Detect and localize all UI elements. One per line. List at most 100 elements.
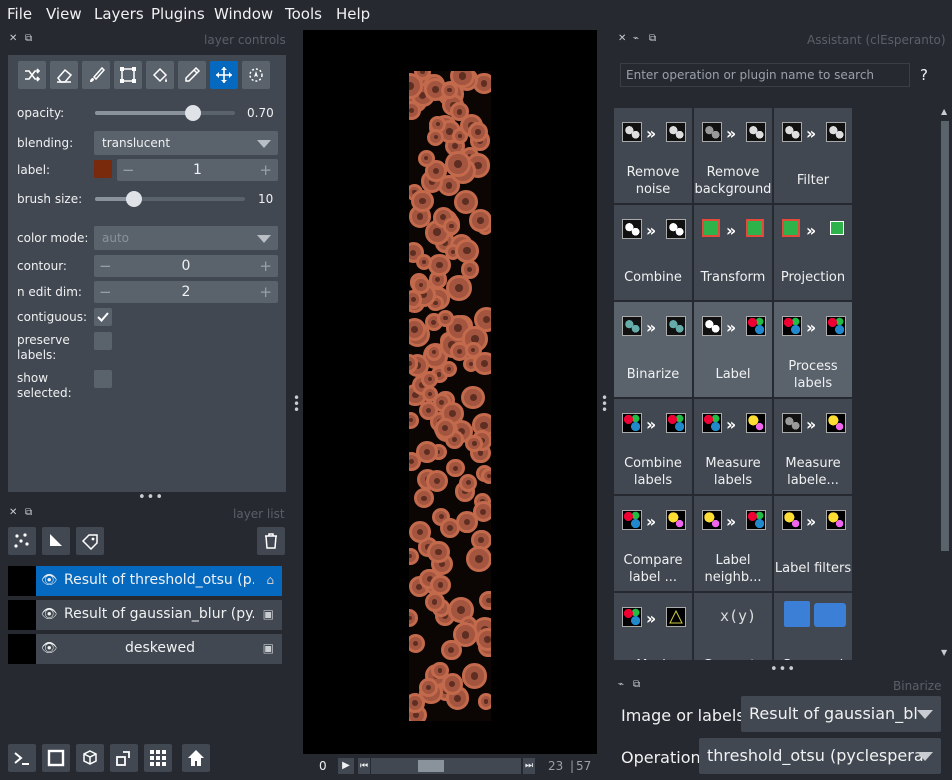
contiguous-checkbox[interactable] [94,308,112,326]
new-points-button[interactable] [8,527,36,555]
console-button[interactable] [8,744,36,772]
float-dock-icon[interactable]: ⧉ [25,33,32,44]
pick-button[interactable] [178,61,206,89]
step-back-icon[interactable]: ⏮ [358,758,370,774]
roll-dims-button[interactable] [76,744,104,772]
layer-row[interactable]: 👁 Result of threshold_otsu (p... ⌂ [8,566,282,596]
polygon-button[interactable] [114,61,142,89]
cell-blob [453,622,479,648]
eye-icon[interactable]: 👁 [41,607,58,622]
layer-row[interactable]: 👁 deskewed ▣ [8,634,282,664]
assistant-tile-label-filters[interactable]: ›› Label filters [774,496,852,591]
play-icon[interactable]: ▶ [338,758,354,774]
menu-view[interactable]: View [46,5,82,23]
brush-size-slider-handle[interactable] [126,191,142,207]
fill-button[interactable] [146,61,174,89]
contour-spinbox[interactable]: − 0 + [94,255,278,277]
float-dock-icon[interactable]: ⧉ [633,679,640,690]
opacity-slider-handle[interactable] [185,105,201,121]
assistant-scrollbar[interactable]: ▲ ▼ [940,107,950,660]
menu-layers[interactable]: Layers [94,5,144,23]
label-spinbox[interactable]: − 1 + [117,159,278,181]
scroll-up-icon[interactable]: ▲ [941,107,947,116]
shuffle-colors-button[interactable] [18,61,46,89]
color-mode-dropdown[interactable]: auto [94,226,278,250]
transform-button[interactable] [242,61,270,89]
assistant-tile-remove-noise[interactable]: ›› Remove noise [614,108,692,203]
cell-blob [446,275,472,301]
assistant-tile-measure-labels[interactable]: ›› Measure labels [694,399,772,494]
assistant-tile-label[interactable]: ›› Label [694,302,772,397]
transpose-button[interactable] [110,744,138,772]
preserve-labels-checkbox[interactable] [94,332,112,350]
tile-label-line1: Binarize [626,367,680,382]
assistant-tile-compare-label[interactable]: ›› Compare label ... [614,496,692,591]
tile-label-line1: Label filters [774,561,852,576]
assistant-tile-save-and[interactable]: Save and [774,593,852,660]
scrollbar-thumb[interactable] [941,121,949,551]
assistant-tile-mask[interactable]: ›› Mask [614,593,692,660]
assistant-tile-combine-labels[interactable]: ›› Combine labels [614,399,692,494]
left-splitter-handle[interactable]: • • • [293,392,300,416]
opacity-slider[interactable] [95,105,235,121]
operation-dropdown[interactable]: threshold_otsu (pyclespera [699,738,941,774]
operation-search-input[interactable]: Enter operation or plugin name to search [620,63,910,87]
tile-label-line2: noise [635,182,671,197]
hide-dock-icon[interactable]: ⌁ [633,33,639,44]
preserve-labels-line1: preserve [17,333,70,347]
erase-button[interactable] [50,61,78,89]
menu-plugins[interactable]: Plugins [151,5,205,23]
brush-size-slider[interactable] [95,191,245,207]
frame-slider[interactable] [371,758,521,774]
assistant-tile-generate[interactable]: x(y) Generate [694,593,772,660]
increment-icon[interactable]: + [259,281,272,303]
assistant-tile-binarize[interactable]: ›› Binarize [614,302,692,397]
search-placeholder: Enter operation or plugin name to search [626,68,875,82]
float-dock-icon[interactable]: ⧉ [649,33,656,44]
edit-dim-spinbox[interactable]: − 2 + [94,281,278,303]
menu-help[interactable]: Help [336,5,370,23]
close-dock-icon[interactable]: ✕ [9,33,17,44]
step-forward-icon[interactable]: ⏭ [523,758,535,774]
image-or-labels-dropdown[interactable]: Result of gaussian_bl [741,696,941,732]
increment-icon[interactable]: + [259,255,272,277]
layer-row[interactable]: 👁 Result of gaussian_blur (py... ▣ [8,600,282,630]
home-button[interactable] [182,744,210,772]
assistant-tile-remove-background[interactable]: ›› Remove background [694,108,772,203]
label-color-swatch[interactable] [94,160,112,178]
new-labels-button[interactable] [76,527,104,555]
ndisplay-button[interactable] [42,744,70,772]
show-selected-checkbox[interactable] [94,370,112,388]
menu-window[interactable]: Window [214,5,273,23]
menu-file[interactable]: File [7,5,32,23]
blending-dropdown[interactable]: translucent [94,131,278,155]
assistant-tile-filter[interactable]: ›› Filter [774,108,852,203]
pan-zoom-button[interactable] [210,61,238,89]
assistant-tile-process-labels[interactable]: ›› Process labels [774,302,852,397]
increment-icon[interactable]: + [259,159,272,181]
eye-icon[interactable]: 👁 [41,573,58,588]
right-splitter-handle[interactable]: • • • [601,392,608,416]
scroll-down-icon[interactable]: ▼ [941,648,947,657]
current-frame: 23 [548,759,564,773]
hide-dock-icon[interactable]: ⌁ [618,679,624,690]
assistant-splitter-handle[interactable]: ••• [770,662,796,677]
delete-layer-button[interactable] [257,527,285,555]
assistant-tile-combine[interactable]: ›› Combine [614,205,692,300]
close-dock-icon[interactable]: ✕ [9,507,17,518]
new-shapes-button[interactable] [42,527,70,555]
assistant-tile-transform[interactable]: ›› Transform [694,205,772,300]
vertical-splitter-handle[interactable]: ••• [138,490,164,505]
eye-icon[interactable]: 👁 [41,641,58,656]
assistant-tile-label-neighb[interactable]: ›› Label neighb... [694,496,772,591]
close-dock-icon[interactable]: ✕ [618,33,626,44]
help-icon[interactable]: ? [920,66,928,84]
menu-tools[interactable]: Tools [285,5,322,23]
assistant-tile-measure-labele[interactable]: ›› Measure labele... [774,399,852,494]
assistant-tile-projection[interactable]: ›› Projection [774,205,852,300]
grid-view-button[interactable] [144,744,172,772]
float-dock-icon[interactable]: ⧉ [25,507,32,518]
frame-slider-handle[interactable] [418,760,444,772]
paint-button[interactable] [82,61,110,89]
tile-label-line2: labels [713,473,753,488]
